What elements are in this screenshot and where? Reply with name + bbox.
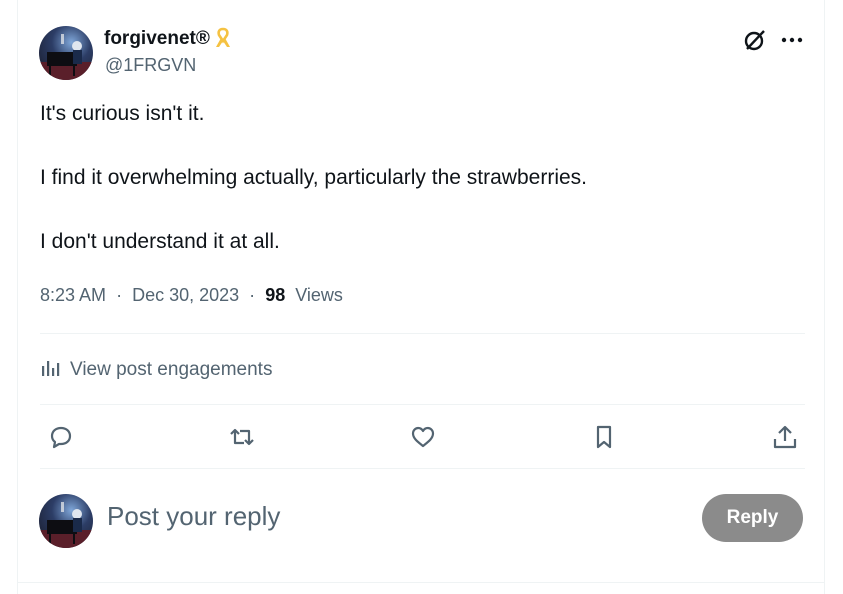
bar-chart-icon [40, 356, 62, 383]
yellow-ribbon-icon [213, 27, 233, 51]
grok-icon[interactable] [742, 27, 768, 53]
current-user-avatar[interactable] [39, 494, 93, 548]
bookmark-action-button[interactable] [590, 423, 618, 451]
reply-input[interactable]: Post your reply [107, 501, 280, 532]
divider [40, 333, 805, 334]
divider [18, 582, 824, 583]
views-count: 98 [265, 285, 286, 305]
author-avatar[interactable] [39, 26, 93, 80]
meta-separator: · [116, 285, 123, 305]
views-label: Views [295, 285, 343, 305]
repost-action-button[interactable] [228, 423, 256, 451]
like-action-button[interactable] [409, 423, 437, 451]
share-icon [773, 425, 797, 449]
divider [40, 404, 805, 405]
view-engagements-label: View post engagements [70, 358, 273, 380]
divider [40, 468, 805, 469]
bookmark-icon [596, 425, 612, 449]
post-text-line: I find it overwhelming actually, particu… [40, 166, 587, 189]
post-date[interactable]: Dec 30, 2023 [132, 285, 239, 305]
post-text-line: It's curious isn't it. [40, 102, 205, 125]
author-display-name[interactable]: forgivenet® [104, 28, 210, 50]
heart-icon [411, 426, 435, 448]
more-options-icon[interactable] [778, 27, 806, 53]
reply-button[interactable]: Reply [702, 494, 803, 542]
view-engagements-link[interactable]: View post engagements [40, 356, 272, 383]
post-detail-panel: forgivenet® @1FRGVN It's curious isn't i… [17, 0, 825, 594]
repost-icon [230, 428, 254, 446]
share-action-button[interactable] [771, 423, 799, 451]
reply-action-button[interactable] [47, 423, 75, 451]
post-text-line: I don't understand it at all. [40, 230, 280, 253]
meta-separator: · [249, 285, 256, 305]
author-name-row: forgivenet® [104, 27, 233, 51]
author-handle[interactable]: @1FRGVN [105, 55, 196, 76]
reply-bubble-icon [50, 426, 72, 449]
post-time[interactable]: 8:23 AM [40, 285, 106, 305]
post-meta: 8:23 AM · Dec 30, 2023 · 98 Views [40, 285, 343, 306]
